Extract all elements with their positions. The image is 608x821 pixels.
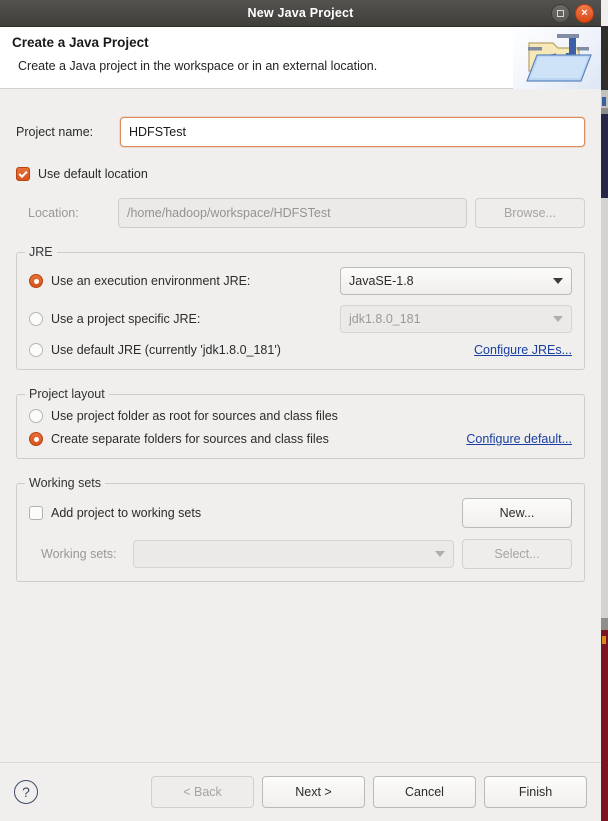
add-to-working-sets-row[interactable]: Add project to working sets New... [29, 498, 572, 528]
layout-project-folder-root-label: Use project folder as root for sources a… [51, 409, 338, 423]
execution-environment-combo[interactable]: JavaSE-1.8 [340, 267, 572, 295]
working-sets-label: Working sets: [41, 547, 117, 561]
jre-group-title: JRE [25, 245, 57, 259]
chevron-down-icon [553, 316, 563, 322]
location-label: Location: [28, 206, 79, 220]
java-project-folder-icon [513, 27, 601, 89]
layout-option-separate-folders[interactable]: Create separate folders for sources and … [29, 432, 572, 446]
background-window-strip-pale [600, 198, 608, 618]
maximize-icon[interactable] [551, 3, 570, 23]
layout-separate-folders-label: Create separate folders for sources and … [51, 432, 329, 446]
jre-project-specific-label: Use a project specific JRE: [51, 312, 201, 326]
project-layout-group-title: Project layout [25, 387, 109, 401]
layout-option-project-folder-root[interactable]: Use project folder as root for sources a… [29, 409, 572, 423]
dialog-titlebar: New Java Project × [0, 0, 601, 27]
browse-button: Browse... [475, 198, 585, 228]
select-working-sets-button: Select... [462, 539, 572, 569]
background-window-strip-navy [600, 114, 608, 198]
footer-button-group: < Back Next > Cancel Finish [151, 776, 587, 808]
chevron-down-icon [553, 278, 563, 284]
execution-environment-combo-value: JavaSE-1.8 [349, 274, 414, 288]
working-sets-combo [133, 540, 454, 568]
add-to-working-sets-label: Add project to working sets [51, 506, 202, 520]
project-name-label: Project name: [16, 125, 94, 139]
project-specific-jre-combo: jdk1.8.0_181 [340, 305, 572, 333]
working-sets-select-row: Working sets: Select... [29, 539, 572, 569]
use-default-location-label: Use default location [38, 167, 148, 181]
project-name-input[interactable]: HDFSTest [120, 117, 585, 147]
dialog-title: New Java Project [247, 6, 354, 20]
layout-separate-folders-radio[interactable] [29, 432, 43, 446]
configure-jres-link[interactable]: Configure JREs... [474, 343, 572, 357]
background-window-strip-maroon [600, 630, 608, 821]
jre-execution-environment-label: Use an execution environment JRE: [51, 274, 251, 288]
jre-group: JRE Use an execution environment JRE: Ja… [16, 245, 585, 370]
location-row: Location: /home/hadoop/workspace/HDFSTes… [16, 198, 585, 228]
next-button[interactable]: Next > [262, 776, 365, 808]
maximize-square-glyph [557, 9, 564, 17]
jre-default-radio[interactable] [29, 343, 43, 357]
new-java-project-dialog: New Java Project × Create a Java Project… [0, 0, 601, 821]
dialog-footer: ? < Back Next > Cancel Finish [0, 762, 601, 821]
add-to-working-sets-checkbox[interactable] [29, 506, 43, 520]
jre-option-execution-environment[interactable]: Use an execution environment JRE: JavaSE… [29, 267, 572, 295]
project-name-row: Project name: HDFSTest [16, 117, 585, 147]
help-icon[interactable]: ? [14, 780, 38, 804]
working-sets-group: Working sets Add project to working sets… [16, 476, 585, 582]
layout-project-folder-root-radio[interactable] [29, 409, 43, 423]
background-window-marker-blue [602, 97, 606, 106]
window-controls: × [551, 0, 594, 26]
jre-option-project-specific[interactable]: Use a project specific JRE: jdk1.8.0_181 [29, 305, 572, 333]
background-window-strip-gray2 [600, 618, 608, 630]
chevron-down-icon [435, 551, 445, 557]
jre-execution-environment-radio[interactable] [29, 274, 43, 288]
jre-default-label: Use default JRE (currently 'jdk1.8.0_181… [51, 343, 281, 357]
dialog-content: Project name: HDFSTest Use default locat… [0, 89, 601, 762]
cancel-button[interactable]: Cancel [373, 776, 476, 808]
background-window-marker-amber [602, 636, 606, 644]
back-button: < Back [151, 776, 254, 808]
dialog-header: Create a Java Project Create a Java proj… [0, 27, 601, 89]
working-sets-group-title: Working sets [25, 476, 106, 490]
jre-option-default[interactable]: Use default JRE (currently 'jdk1.8.0_181… [29, 343, 572, 357]
close-icon[interactable]: × [575, 3, 594, 23]
configure-default-link[interactable]: Configure default... [466, 432, 572, 446]
location-input: /home/hadoop/workspace/HDFSTest [118, 198, 467, 228]
screen: New Java Project × Create a Java Project… [0, 0, 608, 821]
background-window-strip-dark [600, 26, 608, 90]
jre-project-specific-radio[interactable] [29, 312, 43, 326]
project-layout-group: Project layout Use project folder as roo… [16, 387, 585, 459]
project-specific-jre-combo-value: jdk1.8.0_181 [349, 312, 421, 326]
finish-button[interactable]: Finish [484, 776, 587, 808]
use-default-location-checkbox[interactable] [16, 167, 30, 181]
use-default-location-row[interactable]: Use default location [16, 167, 585, 181]
new-working-set-button[interactable]: New... [462, 498, 572, 528]
